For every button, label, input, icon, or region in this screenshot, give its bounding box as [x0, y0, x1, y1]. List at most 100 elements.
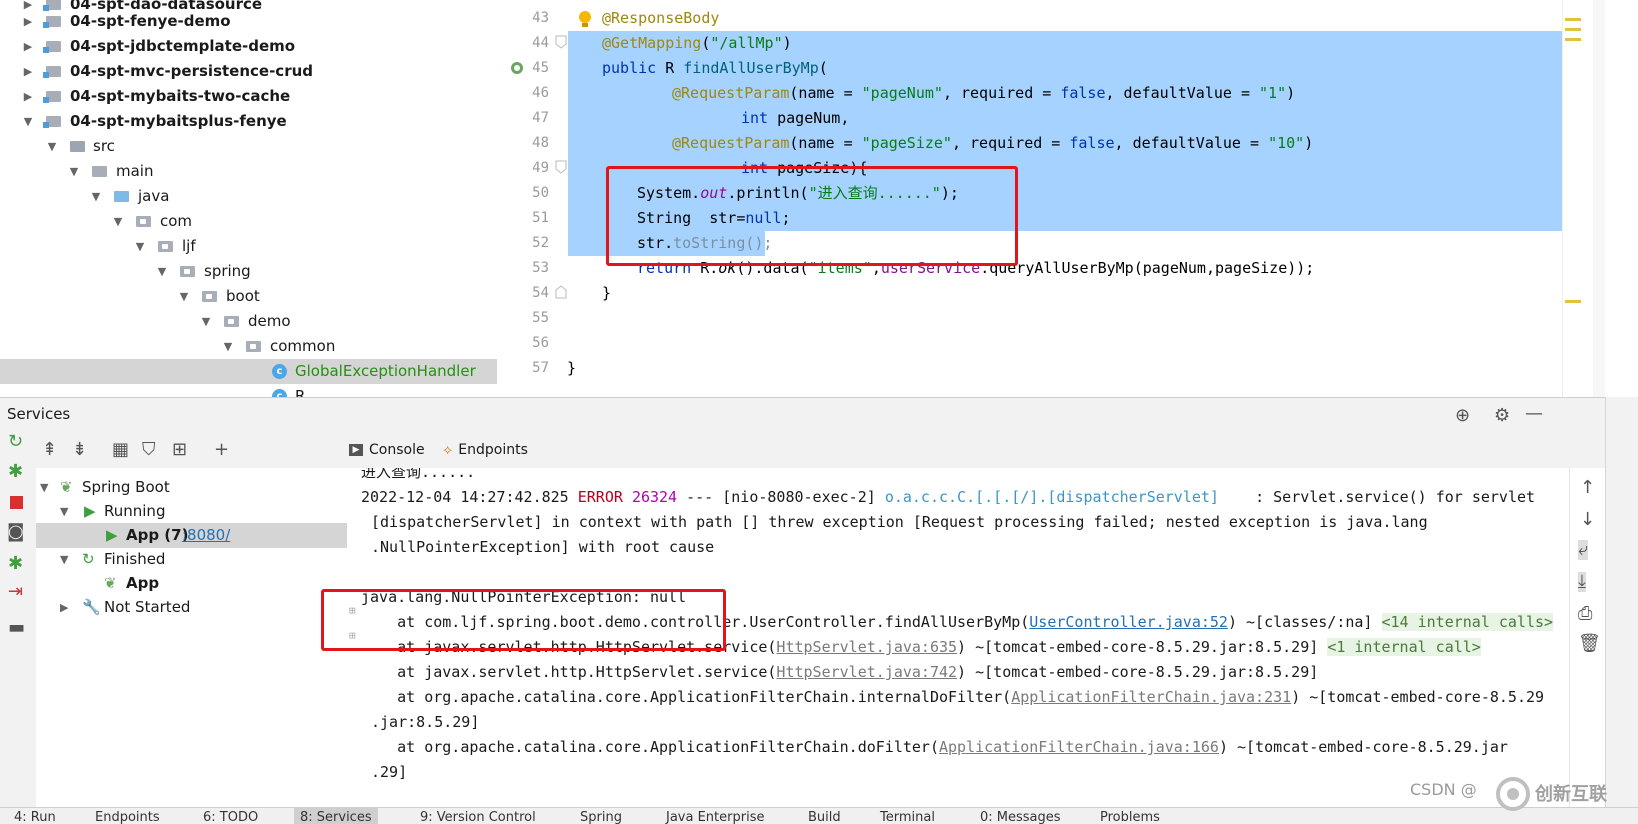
- tool-run[interactable]: 4: Run: [14, 808, 56, 824]
- lightbulb-icon[interactable]: [577, 10, 593, 28]
- collapse-arrow-icon[interactable]: ▼: [178, 284, 190, 309]
- debug-icon[interactable]: ✱: [8, 462, 23, 482]
- internal-calls-fold[interactable]: <14 internal calls>: [1381, 613, 1554, 631]
- tool-messages[interactable]: 0: Messages: [980, 808, 1061, 824]
- camera-icon[interactable]: ◙: [7, 522, 24, 542]
- collapse-arrow-icon[interactable]: ▼: [90, 184, 102, 209]
- stack-link[interactable]: HttpServlet.java:635: [776, 638, 957, 656]
- tool-terminal[interactable]: Terminal: [880, 808, 935, 824]
- services-node-label: Running: [104, 502, 166, 520]
- tree-item-package[interactable]: ▼ ljf: [0, 234, 497, 259]
- stop-icon[interactable]: [10, 496, 23, 509]
- tool-problems[interactable]: Problems: [1100, 808, 1160, 824]
- group-icon[interactable]: ▦: [112, 440, 129, 460]
- services-node-spring-boot[interactable]: ▼ ❦ Spring Boot: [36, 475, 347, 500]
- fold-marker-icon[interactable]: [555, 160, 567, 174]
- collapse-arrow-icon[interactable]: ▼: [134, 234, 146, 259]
- tree-item-class-selected[interactable]: c GlobalExceptionHandler: [0, 359, 497, 384]
- trash-icon[interactable]: 🗑: [1578, 634, 1601, 654]
- tool-endpoints[interactable]: Endpoints: [95, 808, 160, 824]
- run-endpoint-icon[interactable]: [509, 60, 525, 76]
- soft-wrap-icon[interactable]: ⤶: [1578, 540, 1589, 560]
- collapse-all-icon[interactable]: ⇟: [72, 440, 87, 460]
- brand-text: 创新互联: [1535, 784, 1607, 805]
- collapse-arrow-icon[interactable]: ▼: [40, 475, 48, 500]
- tool-version-control[interactable]: 9: Version Control: [420, 808, 536, 824]
- project-tree[interactable]: ▶ 04-spt-dao-datasource ▶ 04-spt-fenye-d…: [0, 0, 497, 397]
- expand-arrow-icon[interactable]: ▶: [22, 59, 34, 84]
- tree-item-module[interactable]: ▶ 04-spt-mybaits-two-cache: [0, 84, 497, 109]
- module-icon: [43, 66, 61, 78]
- tool-build[interactable]: Build: [808, 808, 841, 824]
- collapse-arrow-icon[interactable]: ▼: [156, 259, 168, 284]
- print-icon[interactable]: ⎙: [1578, 604, 1592, 624]
- expand-arrow-icon[interactable]: ▶: [22, 9, 34, 34]
- app-port-link[interactable]: :8080/: [182, 523, 230, 548]
- services-node-app-running[interactable]: ▶ App (7) :8080/: [36, 523, 347, 548]
- rerun-icon[interactable]: ↻: [8, 432, 23, 452]
- tree-item-package[interactable]: ▼ boot: [0, 284, 497, 309]
- collapse-arrow-icon[interactable]: ▼: [200, 309, 212, 334]
- gear-icon[interactable]: ⚙: [1494, 406, 1510, 426]
- services-tree[interactable]: ▼ ❦ Spring Boot ▼ ▶ Running ▶ App (7) :8…: [36, 468, 348, 807]
- collapse-arrow-icon[interactable]: ▼: [222, 334, 234, 359]
- services-node-app-finished[interactable]: ❦ App: [36, 571, 347, 596]
- debug-attach-icon[interactable]: ✱: [8, 554, 23, 574]
- fold-marker-icon[interactable]: [555, 285, 567, 299]
- tree-item-module[interactable]: ▶ 04-spt-jdbctemplate-demo: [0, 34, 497, 59]
- collapse-arrow-icon[interactable]: ▼: [60, 499, 68, 524]
- internal-calls-fold[interactable]: <1 internal call>: [1327, 638, 1481, 656]
- tool-todo[interactable]: 6: TODO: [203, 808, 258, 824]
- console-line: .jar:8.5.29]: [371, 713, 480, 731]
- collapse-arrow-icon[interactable]: ▼: [60, 547, 68, 572]
- stack-link[interactable]: ApplicationFilterChain.java:166: [939, 738, 1219, 756]
- tool-spring[interactable]: Spring: [580, 808, 622, 824]
- services-node-finished[interactable]: ▼ ↻ Finished: [36, 547, 347, 572]
- tree-item-folder[interactable]: ▼ main: [0, 159, 497, 184]
- tree-item-module[interactable]: ▶ 04-spt-fenye-demo: [0, 9, 497, 34]
- down-arrow-icon[interactable]: ↓: [1580, 510, 1595, 530]
- csdn-watermark: CSDN @: [1410, 780, 1477, 799]
- tree-item-module[interactable]: ▶ 04-spt-mvc-persistence-crud: [0, 59, 497, 84]
- services-node-label: Finished: [104, 550, 166, 568]
- crosshair-icon[interactable]: ⊕: [1455, 406, 1470, 426]
- new-group-icon[interactable]: ⊞: [172, 440, 187, 460]
- services-node-running[interactable]: ▼ ▶ Running: [36, 499, 347, 524]
- tab-console[interactable]: ▶ Console: [349, 432, 425, 468]
- tool-java-enterprise[interactable]: Java Enterprise: [666, 808, 764, 824]
- tree-item-package[interactable]: ▼ demo: [0, 309, 497, 334]
- stack-link[interactable]: UserController.java:52: [1029, 613, 1228, 631]
- expand-arrow-icon[interactable]: ▶: [60, 595, 68, 620]
- line-number: 43: [532, 10, 549, 26]
- collapse-arrow-icon[interactable]: ▼: [46, 134, 58, 159]
- tool-services[interactable]: 8: Services: [294, 808, 378, 824]
- tree-item-package[interactable]: ▼ spring: [0, 259, 497, 284]
- layout-icon[interactable]: ▬: [8, 618, 25, 638]
- scroll-to-end-icon[interactable]: ⤓: [1578, 572, 1586, 592]
- tree-item-folder[interactable]: ▼ java: [0, 184, 497, 209]
- collapse-arrow-icon[interactable]: ▼: [112, 209, 124, 234]
- up-arrow-icon[interactable]: ↑: [1580, 478, 1595, 498]
- tree-item-label: 04-spt-fenye-demo: [70, 12, 231, 30]
- tab-endpoints[interactable]: ⟡ Endpoints: [443, 432, 528, 468]
- collapse-arrow-icon[interactable]: ▼: [68, 159, 80, 184]
- filter-icon[interactable]: ⛉: [142, 440, 156, 460]
- collapse-arrow-icon[interactable]: ▼: [22, 109, 34, 134]
- expand-arrow-icon[interactable]: ▶: [22, 84, 34, 109]
- expand-all-icon[interactable]: ⇞: [42, 440, 57, 460]
- tree-item-package[interactable]: ▼ com: [0, 209, 497, 234]
- tree-item-class[interactable]: c R: [0, 384, 497, 397]
- minimize-icon[interactable]: —: [1525, 404, 1543, 424]
- tree-item-module[interactable]: ▼ 04-spt-mybaitsplus-fenye: [0, 109, 497, 134]
- add-service-icon[interactable]: +: [214, 440, 229, 460]
- expand-arrow-icon[interactable]: ▶: [22, 34, 34, 59]
- stack-link[interactable]: ApplicationFilterChain.java:231: [1011, 688, 1291, 706]
- fold-marker-icon[interactable]: [555, 35, 567, 49]
- package-icon: [224, 316, 239, 327]
- exit-icon[interactable]: ⇥: [8, 582, 23, 602]
- editor-scrollbar-markers[interactable]: [1562, 0, 1608, 397]
- stack-link[interactable]: HttpServlet.java:742: [776, 663, 957, 681]
- tree-item-folder[interactable]: ▼ src: [0, 134, 497, 159]
- tree-item-package[interactable]: ▼ common: [0, 334, 497, 359]
- services-node-not-started[interactable]: ▶ 🔧 Not Started: [36, 595, 347, 620]
